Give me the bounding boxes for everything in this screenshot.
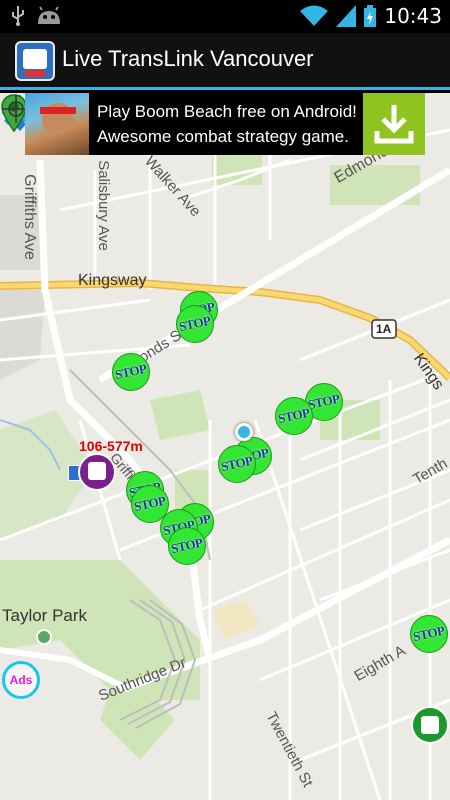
bus-route-label: 106-577m [79, 438, 143, 454]
ad-game-image [25, 93, 89, 155]
signal-icon [336, 5, 357, 27]
my-location-dot [235, 423, 253, 441]
app-logo-icon[interactable] [15, 41, 55, 81]
ad-line-1: Play Boom Beach free on Android! [97, 102, 357, 121]
ad-text: Play Boom Beach free on Android! Awesome… [97, 99, 367, 149]
android-icon [38, 6, 60, 24]
street-label-griffiths: Griffiths Ave [20, 174, 38, 260]
map-canvas[interactable] [0, 93, 450, 800]
action-bar: Live TransLink Vancouver [0, 33, 450, 90]
bus-stop-marker[interactable]: STOP [112, 353, 150, 391]
clock: 10:43 [384, 4, 442, 28]
bus-stop-marker[interactable]: STOP [176, 305, 214, 343]
map-view[interactable]: Kingsway Kings Griffiths Ave Salisbury A… [0, 93, 450, 800]
route-shield-1a: 1A [376, 322, 392, 336]
street-label-salisbury: Salisbury Ave [94, 160, 112, 251]
bus-vehicle-marker[interactable] [78, 453, 116, 491]
wifi-icon [300, 5, 329, 26]
ad-line-2: Awesome combat strategy game. [97, 127, 349, 146]
battery-icon [364, 5, 377, 27]
park-label-taylor: Taylor Park [2, 606, 88, 625]
ads-button[interactable]: Ads [2, 661, 40, 699]
ad-banner[interactable]: Play Boom Beach free on Android! Awesome… [25, 93, 425, 155]
bus-stop-marker[interactable]: STOP [218, 445, 256, 483]
usb-icon [12, 6, 24, 26]
bus-list-button[interactable] [411, 706, 449, 744]
app-title: Live TransLink Vancouver [62, 46, 314, 71]
status-bar: 10:43 [0, 0, 450, 33]
street-label-kingsway: Kingsway [78, 272, 147, 289]
ad-download-button[interactable] [363, 93, 425, 155]
bus-stop-marker[interactable]: STOP [275, 397, 313, 435]
bus-stop-marker[interactable]: STOP [168, 527, 206, 565]
park-tree-icon [36, 629, 52, 645]
bus-stop-marker[interactable]: STOP [410, 615, 448, 653]
download-icon [374, 105, 414, 144]
